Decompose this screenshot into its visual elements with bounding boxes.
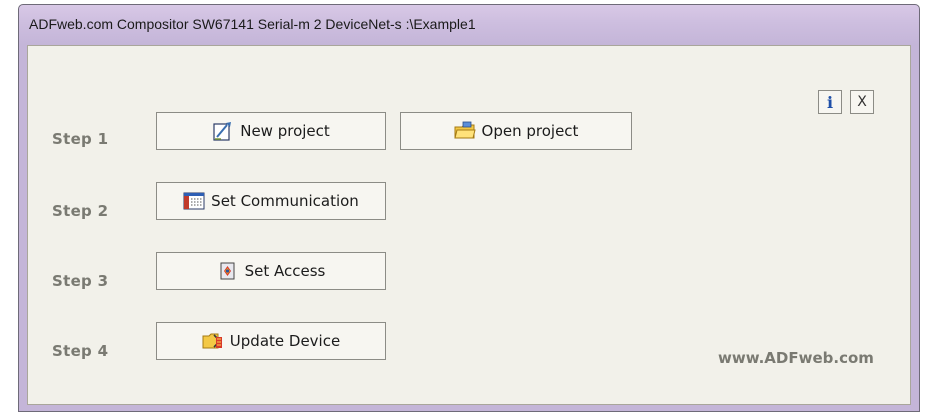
app-window: ADFweb.com Compositor SW67141 Serial-m 2…	[18, 4, 920, 412]
set-communication-button[interactable]: Set Communication	[156, 182, 386, 220]
update-device-icon	[202, 330, 224, 352]
access-icon	[217, 260, 239, 282]
new-project-label: New project	[240, 122, 330, 140]
main-panel: i X Step 1 Step 2 Step 3 Step 4 New proj…	[27, 45, 911, 405]
step-1-label: Step 1	[52, 130, 109, 148]
step-4-label: Step 4	[52, 342, 109, 360]
website-url: www.ADFweb.com	[718, 349, 874, 367]
info-icon: i	[826, 92, 834, 112]
update-device-button[interactable]: Update Device	[156, 322, 386, 360]
title-bar[interactable]: ADFweb.com Compositor SW67141 Serial-m 2…	[19, 5, 919, 45]
update-device-label: Update Device	[229, 332, 341, 350]
set-access-label: Set Access	[244, 262, 326, 280]
open-folder-icon	[453, 120, 476, 142]
close-button[interactable]: X	[850, 90, 874, 114]
communication-table-icon	[183, 190, 205, 212]
step-2-label: Step 2	[52, 202, 109, 220]
set-access-button[interactable]: Set Access	[156, 252, 386, 290]
open-project-button[interactable]: Open project	[400, 112, 632, 150]
close-icon: X	[857, 94, 867, 110]
set-communication-label: Set Communication	[211, 192, 359, 210]
step-3-label: Step 3	[52, 272, 109, 290]
open-project-label: Open project	[481, 122, 579, 140]
window-title: ADFweb.com Compositor SW67141 Serial-m 2…	[29, 16, 476, 32]
new-project-icon	[212, 120, 234, 142]
info-button[interactable]: i	[818, 90, 842, 114]
new-project-button[interactable]: New project	[156, 112, 386, 150]
